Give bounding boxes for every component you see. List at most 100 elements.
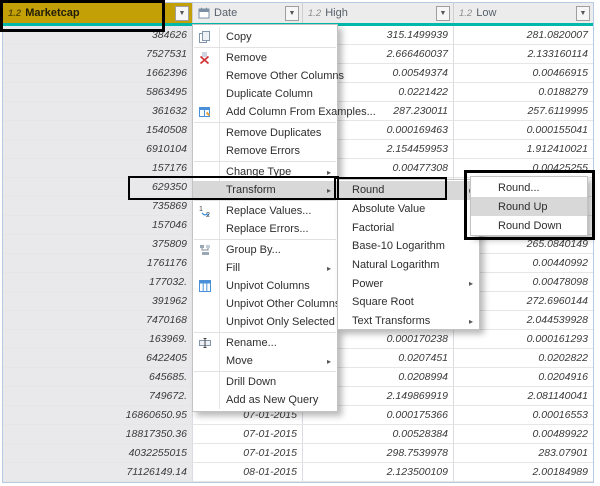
cell-marketcap[interactable]: 157046 [3, 216, 193, 235]
menu-item-label: Unpivot Other Columns [226, 298, 341, 310]
menu-item-group-by[interactable]: Group By... [193, 241, 337, 259]
cell-date[interactable]: 07-01-2015 [193, 444, 303, 463]
cell-marketcap[interactable]: 177032. [3, 273, 193, 292]
cell-low[interactable]: 281.0820007 [454, 26, 593, 45]
filter-dropdown-low[interactable]: ▼ [576, 5, 590, 21]
cell-high[interactable]: 0.00528384 [303, 425, 454, 444]
menu-item-square-root[interactable]: Square Root [338, 293, 479, 312]
cell-marketcap[interactable]: 735869 [3, 197, 193, 216]
menu-item-round-down[interactable]: Round Down [471, 216, 587, 235]
menu-item-unpivot-other-columns[interactable]: Unpivot Other Columns [193, 295, 341, 313]
cell-marketcap[interactable]: 16860650.95 [3, 406, 193, 425]
menu-item-power[interactable]: Power ▸ [338, 274, 479, 293]
column-label-high: High [325, 7, 348, 19]
cell-marketcap[interactable]: 629350 [3, 178, 193, 197]
menu-item-label: Natural Logarithm [352, 259, 440, 272]
menu-item-remove-other-columns[interactable]: Remove Other Columns [193, 67, 344, 85]
cell-marketcap[interactable]: 71126149.14 [3, 463, 193, 482]
numeric-type-icon: 1.2 [8, 7, 22, 19]
cell-low[interactable]: 0.0204916 [454, 368, 593, 387]
menu-item-absolute-value[interactable]: Absolute Value [338, 200, 479, 219]
menu-item-fill[interactable]: Fill ▸ [193, 259, 337, 277]
cell-marketcap[interactable]: 1662396 [3, 64, 193, 83]
menu-item-label: Rename... [226, 337, 277, 349]
menu-item-add-column-from-examples[interactable]: Add Column From Examples... [193, 103, 376, 121]
menu-item-natural-logarithm[interactable]: Natural Logarithm [338, 256, 479, 275]
submenu-arrow-icon: ▸ [326, 263, 331, 273]
menu-item-unpivot-columns[interactable]: Unpivot Columns [193, 277, 337, 295]
menu-item-remove-errors[interactable]: Remove Errors [193, 142, 337, 160]
cell-high[interactable]: 298.7539978 [303, 444, 454, 463]
menu-item-label: Remove Errors [226, 145, 300, 157]
cell-marketcap[interactable]: 391962 [3, 292, 193, 311]
column-header-low[interactable]: 1.2 Low ▼ [454, 3, 593, 23]
menu-item-replace-errors[interactable]: Replace Errors... [193, 220, 337, 238]
column-header-high[interactable]: 1.2 High ▼ [303, 3, 454, 23]
menu-item-text-transforms[interactable]: Text Transforms ▸ [338, 312, 479, 331]
menu-item-add-as-new-query[interactable]: Add as New Query [193, 391, 337, 409]
cell-low[interactable]: 2.081140041 [454, 387, 593, 406]
menu-item-unpivot-only-selected-columns[interactable]: Unpivot Only Selected Columns [193, 313, 381, 331]
cell-high[interactable]: 2.123500109 [303, 463, 454, 482]
cell-marketcap[interactable]: 18817350.36 [3, 425, 193, 444]
menu-item-duplicate-column[interactable]: Duplicate Column [193, 85, 337, 103]
filter-dropdown-high[interactable]: ▼ [436, 5, 450, 21]
cell-marketcap[interactable]: 5863495 [3, 83, 193, 102]
cell-low[interactable]: 2.00184989 [454, 463, 593, 482]
menu-item-base-10-logarithm[interactable]: Base-10 Logarithm [338, 237, 479, 256]
cell-low[interactable]: 1.912410021 [454, 140, 593, 159]
filter-dropdown-marketcap[interactable]: ▼ [175, 5, 189, 21]
menu-item-label: Replace Errors... [226, 223, 309, 235]
filter-dropdown-date[interactable]: ▼ [285, 5, 299, 21]
menu-item-replace-values[interactable]: 1 2 Replace Values... [193, 202, 337, 220]
cell-marketcap[interactable]: 749672. [3, 387, 193, 406]
menu-item-remove[interactable]: Remove [193, 49, 337, 67]
dropdown-arrow-icon: ▼ [178, 9, 186, 17]
cell-marketcap[interactable]: 1540508 [3, 121, 193, 140]
menu-item-transform[interactable]: Transform ▸ [193, 181, 337, 199]
cell-marketcap[interactable]: 7470168 [3, 311, 193, 330]
cell-low[interactable]: 0.0188279 [454, 83, 593, 102]
menu-item-label: Base-10 Logarithm [352, 240, 445, 253]
menu-item-factorial[interactable]: Factorial [338, 218, 479, 237]
menu-item-label: Factorial [352, 221, 395, 234]
menu-item-copy[interactable]: Copy [193, 28, 337, 46]
menu-item-change-type[interactable]: Change Type ▸ [193, 163, 337, 181]
menu-item-label: Round Up [498, 200, 548, 213]
cell-marketcap[interactable]: 645685. [3, 368, 193, 387]
cell-low[interactable]: 0.00489922 [454, 425, 593, 444]
cell-low[interactable]: 0.00016553 [454, 406, 593, 425]
cell-low[interactable]: 0.000161293 [454, 330, 593, 349]
column-header-date[interactable]: Date ▼ [193, 3, 303, 23]
cell-low[interactable]: 0.000155041 [454, 121, 593, 140]
cell-marketcap[interactable]: 7527531 [3, 45, 193, 64]
cell-marketcap[interactable]: 375809 [3, 235, 193, 254]
cell-marketcap[interactable]: 157176 [3, 159, 193, 178]
cell-low[interactable]: 2.133160114 [454, 45, 593, 64]
cell-marketcap[interactable]: 4032255015 [3, 444, 193, 463]
menu-item-round[interactable]: Round▸ [338, 181, 479, 200]
cell-marketcap[interactable]: 361632 [3, 102, 193, 121]
column-header-marketcap[interactable]: 1.2 Marketcap ▼ [3, 3, 193, 23]
table-header-row: 1.2 Marketcap ▼ Date ▼ 1.2 High ▼ 1.2 Low ▼ [3, 3, 593, 23]
menu-item-label: Group By... [226, 244, 281, 256]
menu-item-drill-down[interactable]: Drill Down [193, 373, 337, 391]
cell-date[interactable]: 07-01-2015 [193, 425, 303, 444]
menu-item-rename[interactable]: Rename... [193, 334, 337, 352]
menu-item-round[interactable]: Round... [471, 178, 587, 197]
cell-marketcap[interactable]: 163969. [3, 330, 193, 349]
cell-marketcap[interactable]: 1761176 [3, 254, 193, 273]
cell-marketcap[interactable]: 6422405 [3, 349, 193, 368]
menu-item-round-up[interactable]: Round Up [471, 197, 587, 216]
menu-item-remove-duplicates[interactable]: Remove Duplicates [193, 124, 337, 142]
cell-low[interactable]: 0.0202822 [454, 349, 593, 368]
cell-low[interactable]: 0.00466915 [454, 64, 593, 83]
cell-marketcap[interactable]: 6910104 [3, 140, 193, 159]
cell-low[interactable]: 257.6119995 [454, 102, 593, 121]
cell-low[interactable]: 283.07901 [454, 444, 593, 463]
cell-marketcap[interactable]: 384626 [3, 26, 193, 45]
submenu-arrow-icon: ▸ [468, 279, 473, 289]
menu-item-move[interactable]: Move ▸ [193, 352, 337, 370]
cell-date[interactable]: 08-01-2015 [193, 463, 303, 482]
add-column-from-examples-icon [198, 105, 211, 119]
